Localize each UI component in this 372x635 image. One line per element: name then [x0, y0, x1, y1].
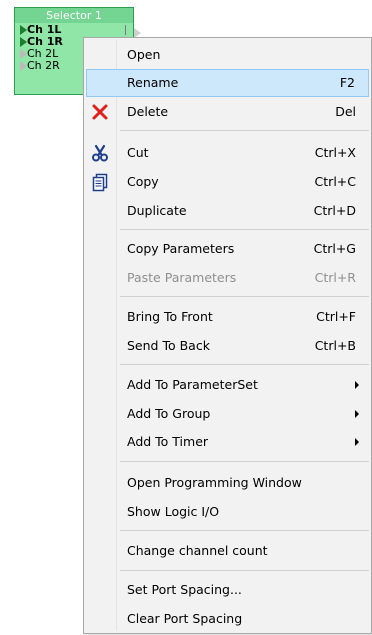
menu-item-shortcut: Del: [335, 104, 356, 119]
context-menu: Open Rename F2 Delete Del Cut Ctrl+X Cop…: [83, 37, 372, 634]
menu-item-label: Copy: [127, 174, 159, 189]
menu-item-shortcut: Ctrl+B: [314, 338, 356, 353]
menu-item-label: Clear Port Spacing: [127, 611, 243, 626]
menu-item-open-programming-window[interactable]: Open Programming Window: [86, 469, 369, 497]
menu-item-set-port-spacing[interactable]: Set Port Spacing...: [86, 576, 369, 604]
menu-item-change-channel-count[interactable]: Change channel count: [86, 537, 369, 565]
menu-item-add-to-timer[interactable]: Add To Timer: [86, 428, 369, 456]
menu-item-shortcut: Ctrl+G: [313, 241, 356, 256]
input-port-arrow-icon: [20, 61, 27, 71]
menu-item-add-to-parameterset[interactable]: Add To ParameterSet: [86, 371, 369, 399]
menu-item-label: Duplicate: [127, 203, 187, 218]
menu-item-open[interactable]: Open: [86, 41, 369, 69]
menu-item-shortcut: Ctrl+R: [314, 270, 356, 285]
menu-separator: [120, 229, 369, 230]
menu-item-paste-parameters: Paste Parameters Ctrl+R: [86, 264, 369, 292]
menu-item-send-to-back[interactable]: Send To Back Ctrl+B: [86, 332, 369, 360]
input-port-arrow-icon: [20, 37, 27, 47]
menu-item-label: Change channel count: [127, 543, 268, 558]
input-port-arrow-icon: [20, 25, 27, 35]
menu-separator: [120, 570, 369, 571]
input-port-arrow-icon: [20, 49, 27, 59]
menu-item-label: Set Port Spacing...: [127, 582, 242, 597]
menu-item-shortcut: F2: [339, 75, 355, 90]
menu-item-copy-parameters[interactable]: Copy Parameters Ctrl+G: [86, 235, 369, 263]
menu-item-label: Open: [127, 47, 161, 62]
menu-item-label: Show Logic I/O: [127, 504, 220, 519]
menu-item-duplicate[interactable]: Duplicate Ctrl+D: [86, 197, 369, 225]
copy-icon: [90, 172, 110, 192]
scissors-icon: [90, 143, 110, 163]
menu-item-cut[interactable]: Cut Ctrl+X: [86, 139, 369, 167]
menu-item-label: Copy Parameters: [127, 241, 235, 256]
menu-item-copy[interactable]: Copy Ctrl+C: [86, 168, 369, 196]
menu-item-label: Bring To Front: [127, 309, 213, 324]
submenu-arrow-icon: [355, 438, 359, 446]
menu-item-label: Add To ParameterSet: [127, 377, 258, 392]
block-title: Selector 1: [15, 8, 133, 23]
menu-item-label: Add To Timer: [127, 434, 209, 449]
menu-item-bring-to-front[interactable]: Bring To Front Ctrl+F: [86, 303, 369, 331]
menu-separator: [120, 530, 369, 531]
port-ch2r[interactable]: Ch 2R: [27, 60, 60, 72]
delete-x-icon: [90, 102, 110, 122]
menu-item-label: Add To Group: [127, 406, 211, 421]
menu-item-shortcut: Ctrl+X: [314, 145, 356, 160]
submenu-arrow-icon: [355, 381, 359, 389]
menu-item-label: Delete: [127, 104, 169, 119]
menu-separator: [120, 296, 369, 297]
menu-separator: [120, 461, 369, 462]
menu-item-label: Paste Parameters: [127, 270, 237, 285]
menu-item-rename[interactable]: Rename F2: [86, 69, 369, 97]
menu-item-clear-port-spacing[interactable]: Clear Port Spacing: [86, 605, 369, 633]
menu-item-shortcut: Ctrl+C: [314, 174, 356, 189]
menu-item-label: Send To Back: [127, 338, 210, 353]
menu-item-show-logic-io[interactable]: Show Logic I/O: [86, 498, 369, 526]
menu-item-label: Cut: [127, 145, 149, 160]
menu-item-shortcut: Ctrl+D: [313, 203, 356, 218]
menu-item-add-to-group[interactable]: Add To Group: [86, 400, 369, 428]
output-port-tick: [125, 25, 126, 35]
menu-item-delete[interactable]: Delete Del: [86, 98, 369, 126]
menu-separator: [120, 364, 369, 365]
menu-item-shortcut: Ctrl+F: [316, 309, 356, 324]
menu-separator: [120, 130, 369, 131]
submenu-arrow-icon: [355, 410, 359, 418]
menu-item-label: Open Programming Window: [127, 475, 302, 490]
menu-item-label: Rename: [127, 75, 179, 90]
